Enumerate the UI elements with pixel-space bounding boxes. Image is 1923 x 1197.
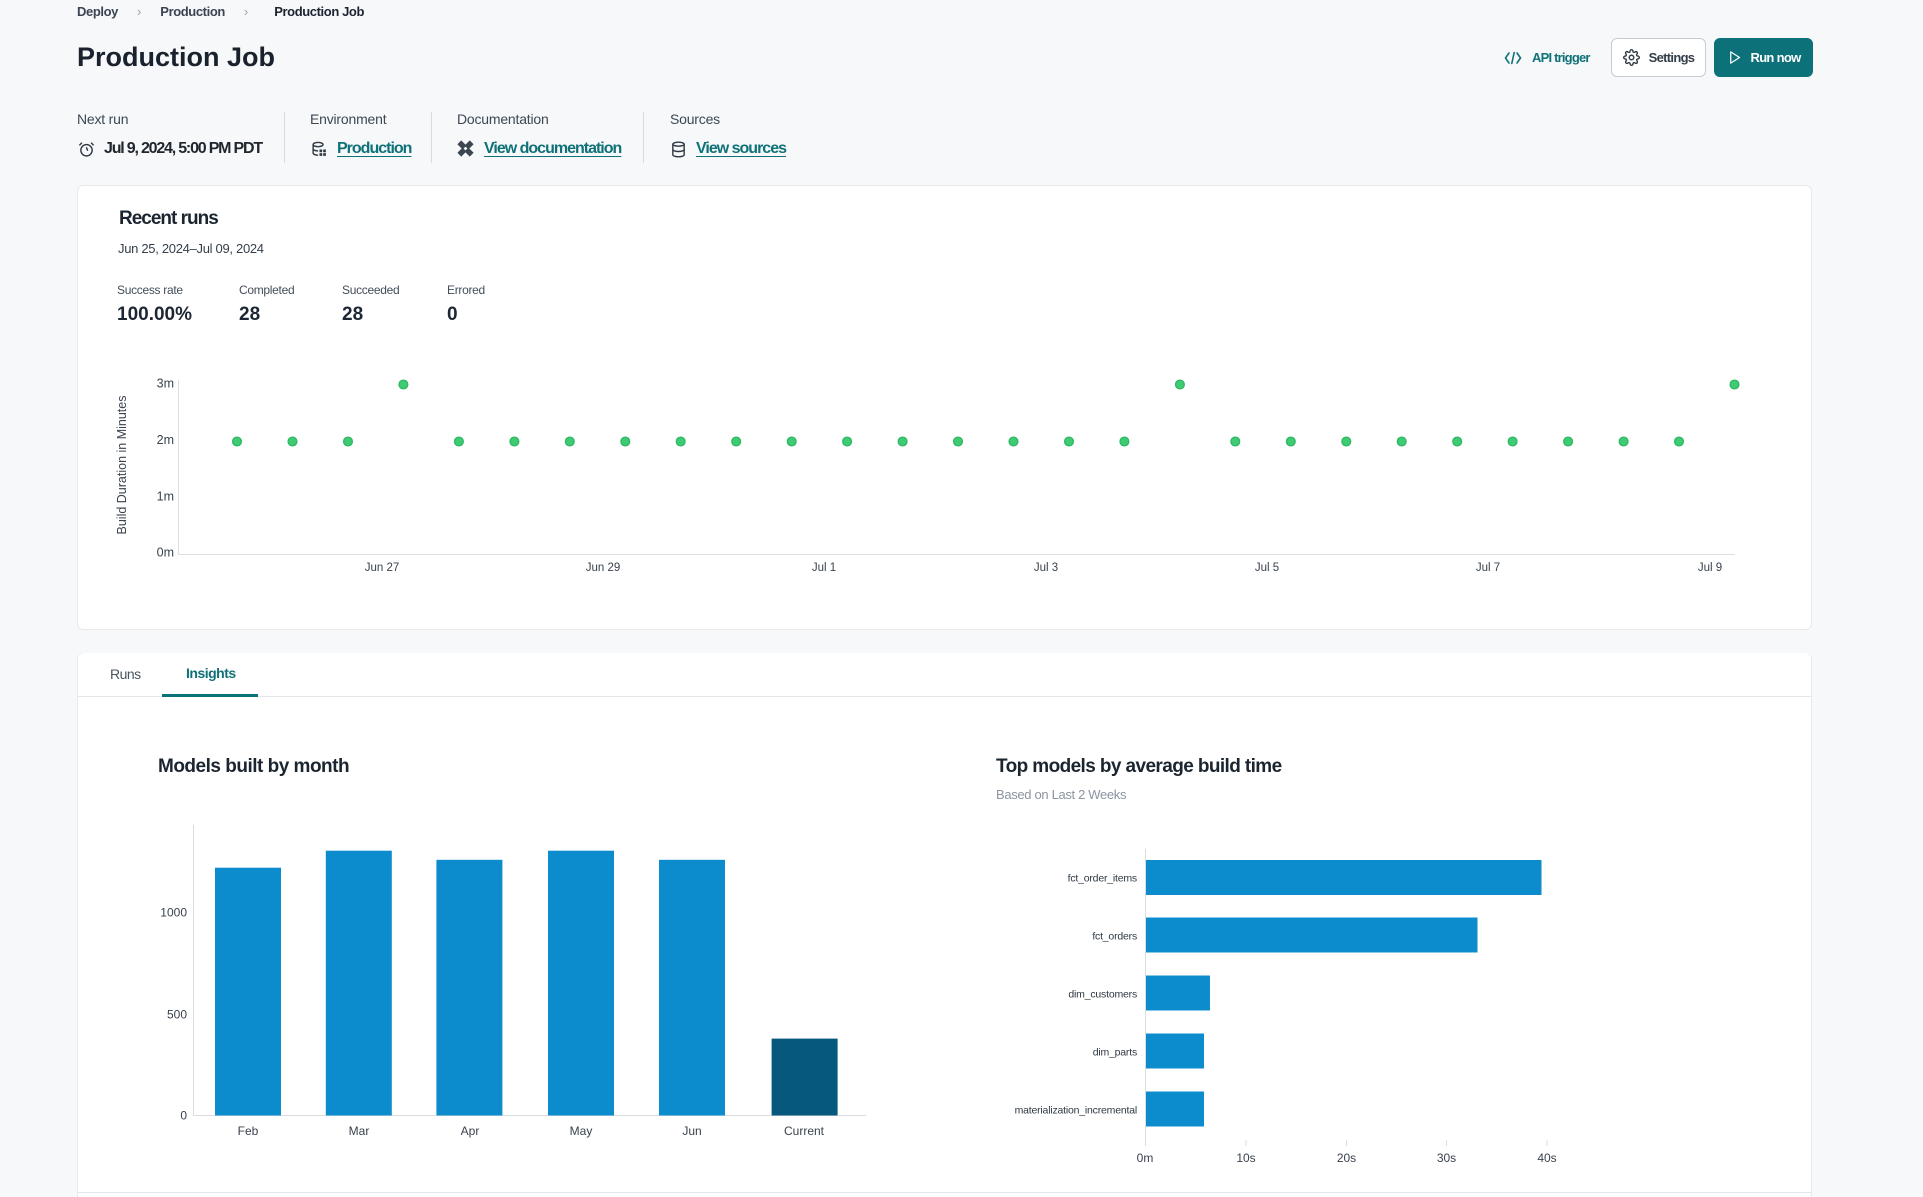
svg-text:fct_orders: fct_orders xyxy=(1092,931,1137,943)
svg-text:20s: 20s xyxy=(1337,1151,1356,1165)
svg-text:1m: 1m xyxy=(157,489,174,503)
svg-text:0m: 0m xyxy=(1137,1151,1154,1165)
svg-text:materialization_incremental: materialization_incremental xyxy=(1015,1105,1137,1117)
svg-text:dim_parts: dim_parts xyxy=(1093,1047,1137,1059)
svg-text:Feb: Feb xyxy=(238,1124,259,1138)
svg-text:fct_order_items: fct_order_items xyxy=(1068,873,1137,885)
svg-text:May: May xyxy=(570,1124,593,1138)
svg-text:Current: Current xyxy=(784,1124,825,1138)
svg-text:0m: 0m xyxy=(157,546,174,560)
svg-text:Jul 9: Jul 9 xyxy=(1698,562,1722,574)
svg-text:10s: 10s xyxy=(1236,1151,1255,1165)
svg-text:40s: 40s xyxy=(1537,1151,1556,1165)
svg-text:Jul 1: Jul 1 xyxy=(812,562,836,574)
svg-text:Jul 7: Jul 7 xyxy=(1476,562,1500,574)
svg-text:2m: 2m xyxy=(157,433,174,447)
svg-text:Apr: Apr xyxy=(461,1124,480,1138)
svg-text:Jun 27: Jun 27 xyxy=(365,562,400,574)
svg-text:Jun: Jun xyxy=(682,1124,701,1138)
svg-text:1000: 1000 xyxy=(160,906,187,920)
svg-text:Jun 29: Jun 29 xyxy=(586,562,621,574)
svg-text:Jul 5: Jul 5 xyxy=(1255,562,1279,574)
svg-text:30s: 30s xyxy=(1437,1151,1456,1165)
svg-text:Jul 3: Jul 3 xyxy=(1034,562,1058,574)
svg-text:500: 500 xyxy=(167,1007,187,1021)
svg-text:dim_customers: dim_customers xyxy=(1068,989,1137,1001)
svg-text:0: 0 xyxy=(180,1109,187,1123)
svg-text:Mar: Mar xyxy=(349,1124,370,1138)
svg-text:3m: 3m xyxy=(157,377,174,391)
